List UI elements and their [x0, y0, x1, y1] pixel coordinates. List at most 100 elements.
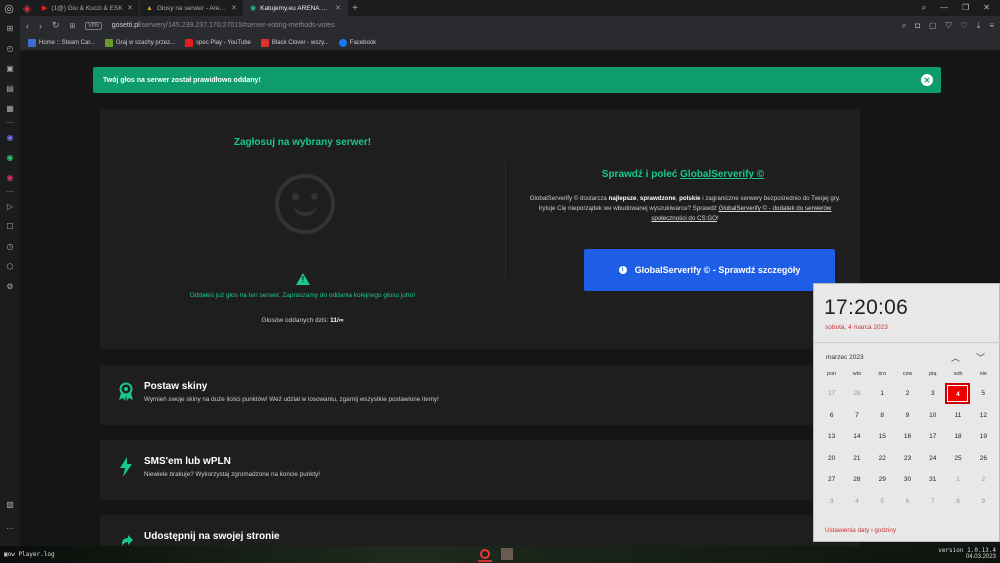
calendar-day[interactable]: 9 — [971, 498, 996, 505]
calendar-day[interactable]: 9 — [895, 412, 920, 419]
speed-dial-grid-icon[interactable]: ⊞ — [70, 22, 76, 30]
calendar-day[interactable]: 31 — [920, 476, 945, 483]
taskbar-opera[interactable] — [478, 548, 492, 562]
globalserverify-details-button[interactable]: i GlobalServerify © - Sprawdź szczegóły — [584, 249, 835, 291]
camera-icon[interactable]: ◘ — [915, 21, 920, 31]
calendar-day[interactable]: 15 — [870, 433, 895, 440]
calendar-day[interactable]: 23 — [895, 455, 920, 462]
snapshot-icon[interactable]: ▨ — [4, 498, 16, 510]
calendar-day[interactable]: 29 — [870, 476, 895, 483]
calendar-day[interactable]: 27 — [819, 390, 844, 397]
calendar-day[interactable]: 18 — [945, 433, 970, 440]
date-time-settings-link[interactable]: Ustawienia daty i godziny — [825, 527, 896, 534]
calendar-day[interactable]: 7 — [844, 412, 869, 419]
bookmark-facebook[interactable]: Facebook — [338, 38, 376, 47]
restore-icon[interactable]: ❐ — [962, 3, 969, 13]
calendar-day[interactable]: 12 — [971, 412, 996, 419]
url-field[interactable]: gosetti.pl/serwery/145.239.237.170:27015… — [112, 22, 335, 29]
calendar-day[interactable]: 24 — [920, 455, 945, 462]
calendar-day[interactable]: 4 — [844, 498, 869, 505]
new-tab-button[interactable]: + — [348, 3, 362, 14]
calendar-day[interactable]: 20 — [819, 455, 844, 462]
gamepad-icon[interactable]: ⊞ — [4, 22, 16, 34]
taskbar-clock[interactable]: version 1.0.13.4 04.03.2023 — [938, 547, 996, 561]
close-tab-icon[interactable]: ✕ — [231, 4, 237, 12]
more-icon[interactable]: … — [4, 520, 16, 532]
calendar-day[interactable]: 6 — [819, 412, 844, 419]
calendar-icon[interactable]: ▦ — [4, 102, 16, 114]
calendar-day[interactable]: 5 — [870, 498, 895, 505]
tab-glosy[interactable]: ▲ Głosy na serwer - Arena 1v ✕ — [140, 0, 244, 16]
calendar-day[interactable]: 26 — [971, 455, 996, 462]
bag-icon[interactable]: ▣ — [4, 62, 16, 74]
bookmark-chess[interactable]: Graj w szachy przez... — [105, 38, 175, 47]
calendar-day[interactable]: 3 — [819, 498, 844, 505]
calendar-day[interactable]: 1 — [945, 476, 970, 483]
feature-card-sms[interactable]: SMS'em lub wPLN Niewiele brakuje? Wykorz… — [100, 440, 860, 500]
instagram-icon[interactable]: ◉ — [4, 171, 16, 183]
reload-icon[interactable]: ↻ — [52, 20, 60, 31]
search-icon[interactable]: ⌕ — [922, 3, 926, 13]
vpn-badge[interactable]: VPN — [85, 21, 102, 30]
calendar-day[interactable]: 6 — [895, 498, 920, 505]
forward-icon[interactable]: › — [39, 21, 42, 31]
bookmarks-icon[interactable]: ☐ — [4, 220, 16, 232]
calendar-day[interactable]: 5 — [970, 390, 995, 397]
bookmark-steam[interactable]: Home :: Steam Car... — [28, 38, 95, 47]
gs-title-link[interactable]: GlobalServerify © — [680, 169, 764, 180]
menu-icon[interactable]: ≡ — [989, 21, 994, 31]
calendar-day[interactable]: 17 — [920, 433, 945, 440]
settings-gear-icon[interactable]: ⚙ — [4, 280, 16, 292]
calendar-day[interactable]: 8 — [945, 498, 970, 505]
calendar-day[interactable]: 1 — [870, 390, 895, 397]
calendar-day[interactable]: 28 — [844, 390, 869, 397]
opera-menu-icon[interactable]: ◎ — [0, 0, 18, 16]
calendar-day-today[interactable]: 4 — [945, 383, 971, 405]
tab-youtube[interactable]: ▶ (1@) Giu & Kuczi & ESK ✕ — [36, 0, 140, 16]
calendar-day[interactable]: 19 — [971, 433, 996, 440]
chevron-up-icon[interactable]: ︿ — [951, 351, 960, 364]
download-icon[interactable]: ⤓ — [977, 21, 981, 31]
zoom-icon[interactable]: ⌕ — [902, 21, 906, 31]
calendar-day[interactable]: 8 — [870, 412, 895, 419]
clock-date[interactable]: sobota, 4 marca 2023 — [825, 324, 888, 331]
calendar-month[interactable]: marzec 2023 — [826, 354, 864, 361]
calendar-day[interactable]: 7 — [920, 498, 945, 505]
calendar-day[interactable]: 30 — [895, 476, 920, 483]
wallet-icon[interactable]: ▢ — [929, 21, 937, 31]
extensions-icon[interactable]: ⬡ — [4, 260, 16, 272]
bookmark-youtube[interactable]: spec Play - YouTube — [185, 38, 251, 47]
chevron-down-icon[interactable]: ﹀ — [976, 351, 985, 364]
messenger-icon[interactable]: ◉ — [4, 131, 16, 143]
calendar-day[interactable]: 10 — [920, 412, 945, 419]
calendar-day[interactable]: 16 — [895, 433, 920, 440]
history-icon[interactable]: ◷ — [4, 240, 16, 252]
close-icon[interactable]: ✕ — [921, 74, 933, 86]
heart-icon[interactable]: ♡ — [961, 21, 968, 31]
player-icon[interactable]: ▷ — [4, 200, 16, 212]
calendar-day[interactable]: 27 — [819, 476, 844, 483]
calendar-day[interactable]: 28 — [844, 476, 869, 483]
feature-card-share[interactable]: Udostępnij na swojej stronie — [100, 515, 860, 546]
back-icon[interactable]: ‹ — [26, 21, 29, 31]
calendar-day[interactable]: 2 — [971, 476, 996, 483]
calendar-day[interactable]: 3 — [920, 390, 945, 397]
tab-strip-icon[interactable]: ◈ — [18, 0, 36, 16]
close-tab-icon[interactable]: ✕ — [335, 4, 341, 12]
calendar-day[interactable]: 2 — [895, 390, 920, 397]
close-window-icon[interactable]: ✕ — [983, 3, 990, 13]
calendar-day[interactable]: 21 — [844, 455, 869, 462]
calendar-day[interactable]: 13 — [819, 433, 844, 440]
twitch-icon[interactable]: ▤ — [4, 82, 16, 94]
calendar-day[interactable]: 22 — [870, 455, 895, 462]
speed-dial-icon[interactable]: ◴ — [4, 42, 16, 54]
whatsapp-icon[interactable]: ◉ — [4, 151, 16, 163]
calendar-day[interactable]: 25 — [945, 455, 970, 462]
tab-katujemy[interactable]: ◉ Katujemy.eu ARENA 1v1 1 ✕ — [244, 0, 348, 16]
calendar-day[interactable]: 14 — [844, 433, 869, 440]
bookmark-blackclover[interactable]: Black Clover - wszy... — [260, 38, 329, 47]
calendar-day[interactable]: 11 — [945, 412, 970, 419]
shield-icon[interactable]: ⛉ — [946, 21, 952, 31]
minimize-icon[interactable]: — — [940, 3, 948, 13]
taskbar-image-app[interactable] — [500, 547, 514, 562]
